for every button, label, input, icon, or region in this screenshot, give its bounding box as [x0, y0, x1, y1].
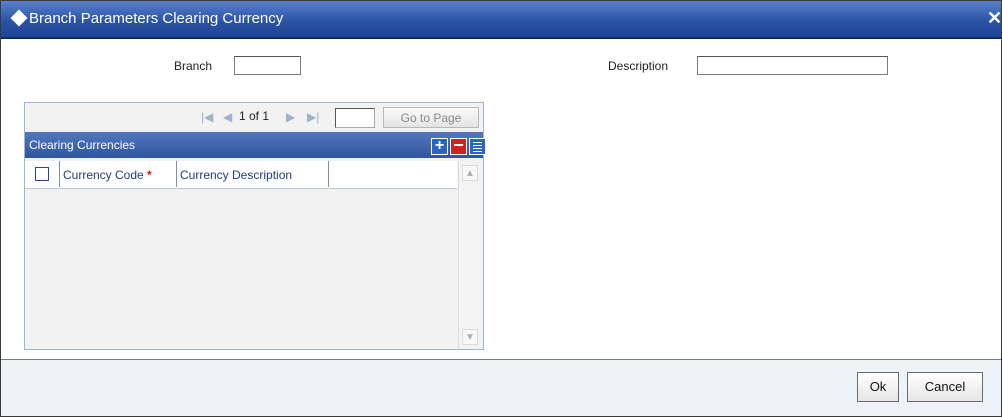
- description-input[interactable]: [697, 56, 888, 75]
- column-header-currency-description[interactable]: Currency Description: [180, 168, 292, 182]
- grid-title: Clearing Currencies: [29, 138, 136, 152]
- currency-code-label: Currency Code: [63, 168, 144, 182]
- column-divider: [328, 161, 329, 187]
- column-header-currency-code[interactable]: Currency Code *: [63, 168, 152, 182]
- title-bar: Branch Parameters Clearing Currency ✕: [1, 1, 1001, 39]
- column-settings-button[interactable]: [469, 138, 486, 155]
- description-label: Description: [608, 59, 669, 73]
- dialog-footer: Ok Cancel: [1, 359, 1001, 416]
- plus-icon: +: [434, 137, 445, 154]
- page-indicator: 1 of 1: [239, 109, 270, 123]
- required-marker: *: [147, 168, 152, 182]
- minus-icon: −: [453, 135, 464, 155]
- delete-row-button[interactable]: −: [450, 135, 467, 155]
- ok-button[interactable]: Ok: [857, 372, 899, 402]
- scroll-down-icon[interactable]: ▼: [462, 329, 478, 345]
- select-all-checkbox[interactable]: [35, 167, 49, 181]
- column-header-row: Currency Code * Currency Description: [25, 161, 457, 189]
- cancel-button[interactable]: Cancel: [907, 372, 983, 402]
- diamond-icon: [10, 9, 28, 27]
- last-page-icon[interactable]: ▶|: [307, 110, 319, 124]
- dialog-window: Branch Parameters Clearing Currency ✕ Br…: [0, 0, 1002, 417]
- grid-header: Clearing Currencies + −: [25, 132, 486, 158]
- page-number-input[interactable]: [335, 108, 375, 128]
- scroll-up-icon[interactable]: ▲: [462, 165, 478, 181]
- branch-label: Branch: [174, 59, 213, 73]
- next-page-icon[interactable]: ▶: [286, 110, 295, 124]
- close-icon[interactable]: ✕: [987, 8, 1001, 29]
- grid-vertical-scrollbar[interactable]: ▲ ▼: [458, 161, 482, 349]
- column-divider: [176, 161, 177, 187]
- window-title: Branch Parameters Clearing Currency: [29, 10, 284, 27]
- add-row-button[interactable]: +: [431, 138, 448, 155]
- column-divider: [59, 161, 60, 187]
- go-to-page-button[interactable]: Go to Page: [383, 107, 479, 128]
- previous-page-icon[interactable]: ◀: [223, 110, 232, 124]
- first-page-icon[interactable]: |◀: [201, 110, 213, 124]
- branch-input[interactable]: [234, 56, 301, 75]
